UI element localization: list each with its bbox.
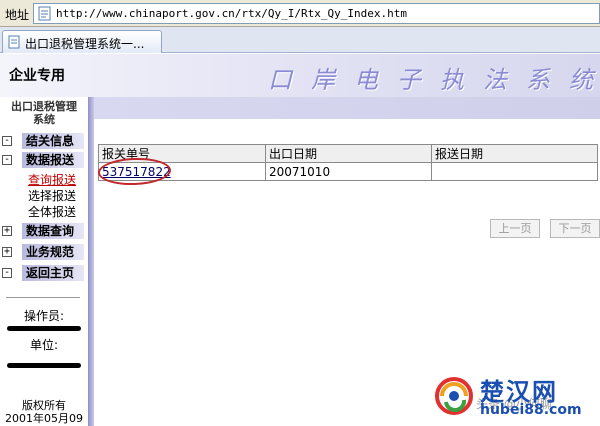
menu-business-rules[interactable]: + 业务规范 [2,244,86,261]
menu-data-submission[interactable]: - 数据报送 [2,152,86,169]
enterprise-label: 企业专用 [9,68,65,84]
collapse-icon[interactable]: - [2,268,12,278]
copyright: 版权所有 2001年05月09日 [0,399,88,426]
watermark: 头条 @小何聊 楚汉网 hubei88.com [432,370,600,426]
menu-label[interactable]: 数据查询 [22,223,84,239]
column-header-export-date: 出口日期 [265,144,432,163]
next-page-button[interactable]: 下一页 [550,219,600,238]
content-header-band [94,97,600,119]
prev-page-button[interactable]: 上一页 [490,219,540,238]
sidebar: 出口退税管理 系统 - 结关信息 - 数据报送 查询报送 选择报送 全体报送 +… [0,97,88,426]
tab-bar: 出口退税管理系统一... [0,27,600,53]
menu-label[interactable]: 返回主页 [22,265,84,281]
cell-submit-date [431,162,598,181]
redacted-operator [7,326,81,331]
submenu-all-submit[interactable]: 全体报送 [28,203,76,220]
copyright-date: 2001年05月09日 [5,412,83,426]
divider [6,297,80,298]
menu-label[interactable]: 业务规范 [22,244,84,260]
url-input[interactable]: http://www.chinaport.gov.cn/rtx/Qy_I/Rtx… [33,3,600,24]
copyright-line1: 版权所有 [22,399,66,412]
sidebar-title-line2: 系统 [33,113,55,126]
address-label: 地址 [5,8,30,22]
sidebar-title-line1: 出口退税管理 [11,100,77,113]
column-header-submit-date: 报送日期 [431,144,598,163]
submission-table: 报关单号 出口日期 报送日期 537517822 20071010 [98,144,598,181]
watermark-logo-icon [435,377,473,415]
cell-export-date: 20071010 [265,162,432,181]
redacted-unit [7,363,81,368]
page-icon [38,6,51,21]
menu-label[interactable]: 结关信息 [22,133,84,149]
submenu-query-submit[interactable]: 查询报送 [28,171,76,188]
system-title: 口岸电子执法系统 [268,66,600,94]
menu-data-query[interactable]: + 数据查询 [2,223,86,240]
page-icon [8,35,20,49]
url-text: http://www.chinaport.gov.cn/rtx/Qy_I/Rtx… [56,7,407,20]
tab-active[interactable]: 出口退税管理系统一... [2,30,162,53]
collapse-icon[interactable]: - [2,136,12,146]
watermark-url: hubei88.com [480,402,582,418]
table-row: 537517822 20071010 [98,162,598,181]
system-header: 企业专用 口岸电子执法系统 [0,54,600,97]
sidebar-title: 出口退税管理 系统 [0,100,88,126]
tab-label: 出口退税管理系统一... [25,37,145,51]
menu-label[interactable]: 数据报送 [22,152,84,168]
menu-customs-clearance[interactable]: - 结关信息 [2,133,86,150]
collapse-icon[interactable]: - [2,155,12,165]
menu-return-home[interactable]: - 返回主页 [2,265,86,282]
table-header-row: 报关单号 出口日期 报送日期 [98,144,598,163]
expand-icon[interactable]: + [2,247,12,257]
operator-label: 操作员: [23,309,65,323]
address-bar: 地址 http://www.chinaport.gov.cn/rtx/Qy_I/… [0,0,600,27]
expand-icon[interactable]: + [2,226,12,236]
unit-label: 单位: [29,338,59,352]
submenu-select-submit[interactable]: 选择报送 [28,187,76,204]
